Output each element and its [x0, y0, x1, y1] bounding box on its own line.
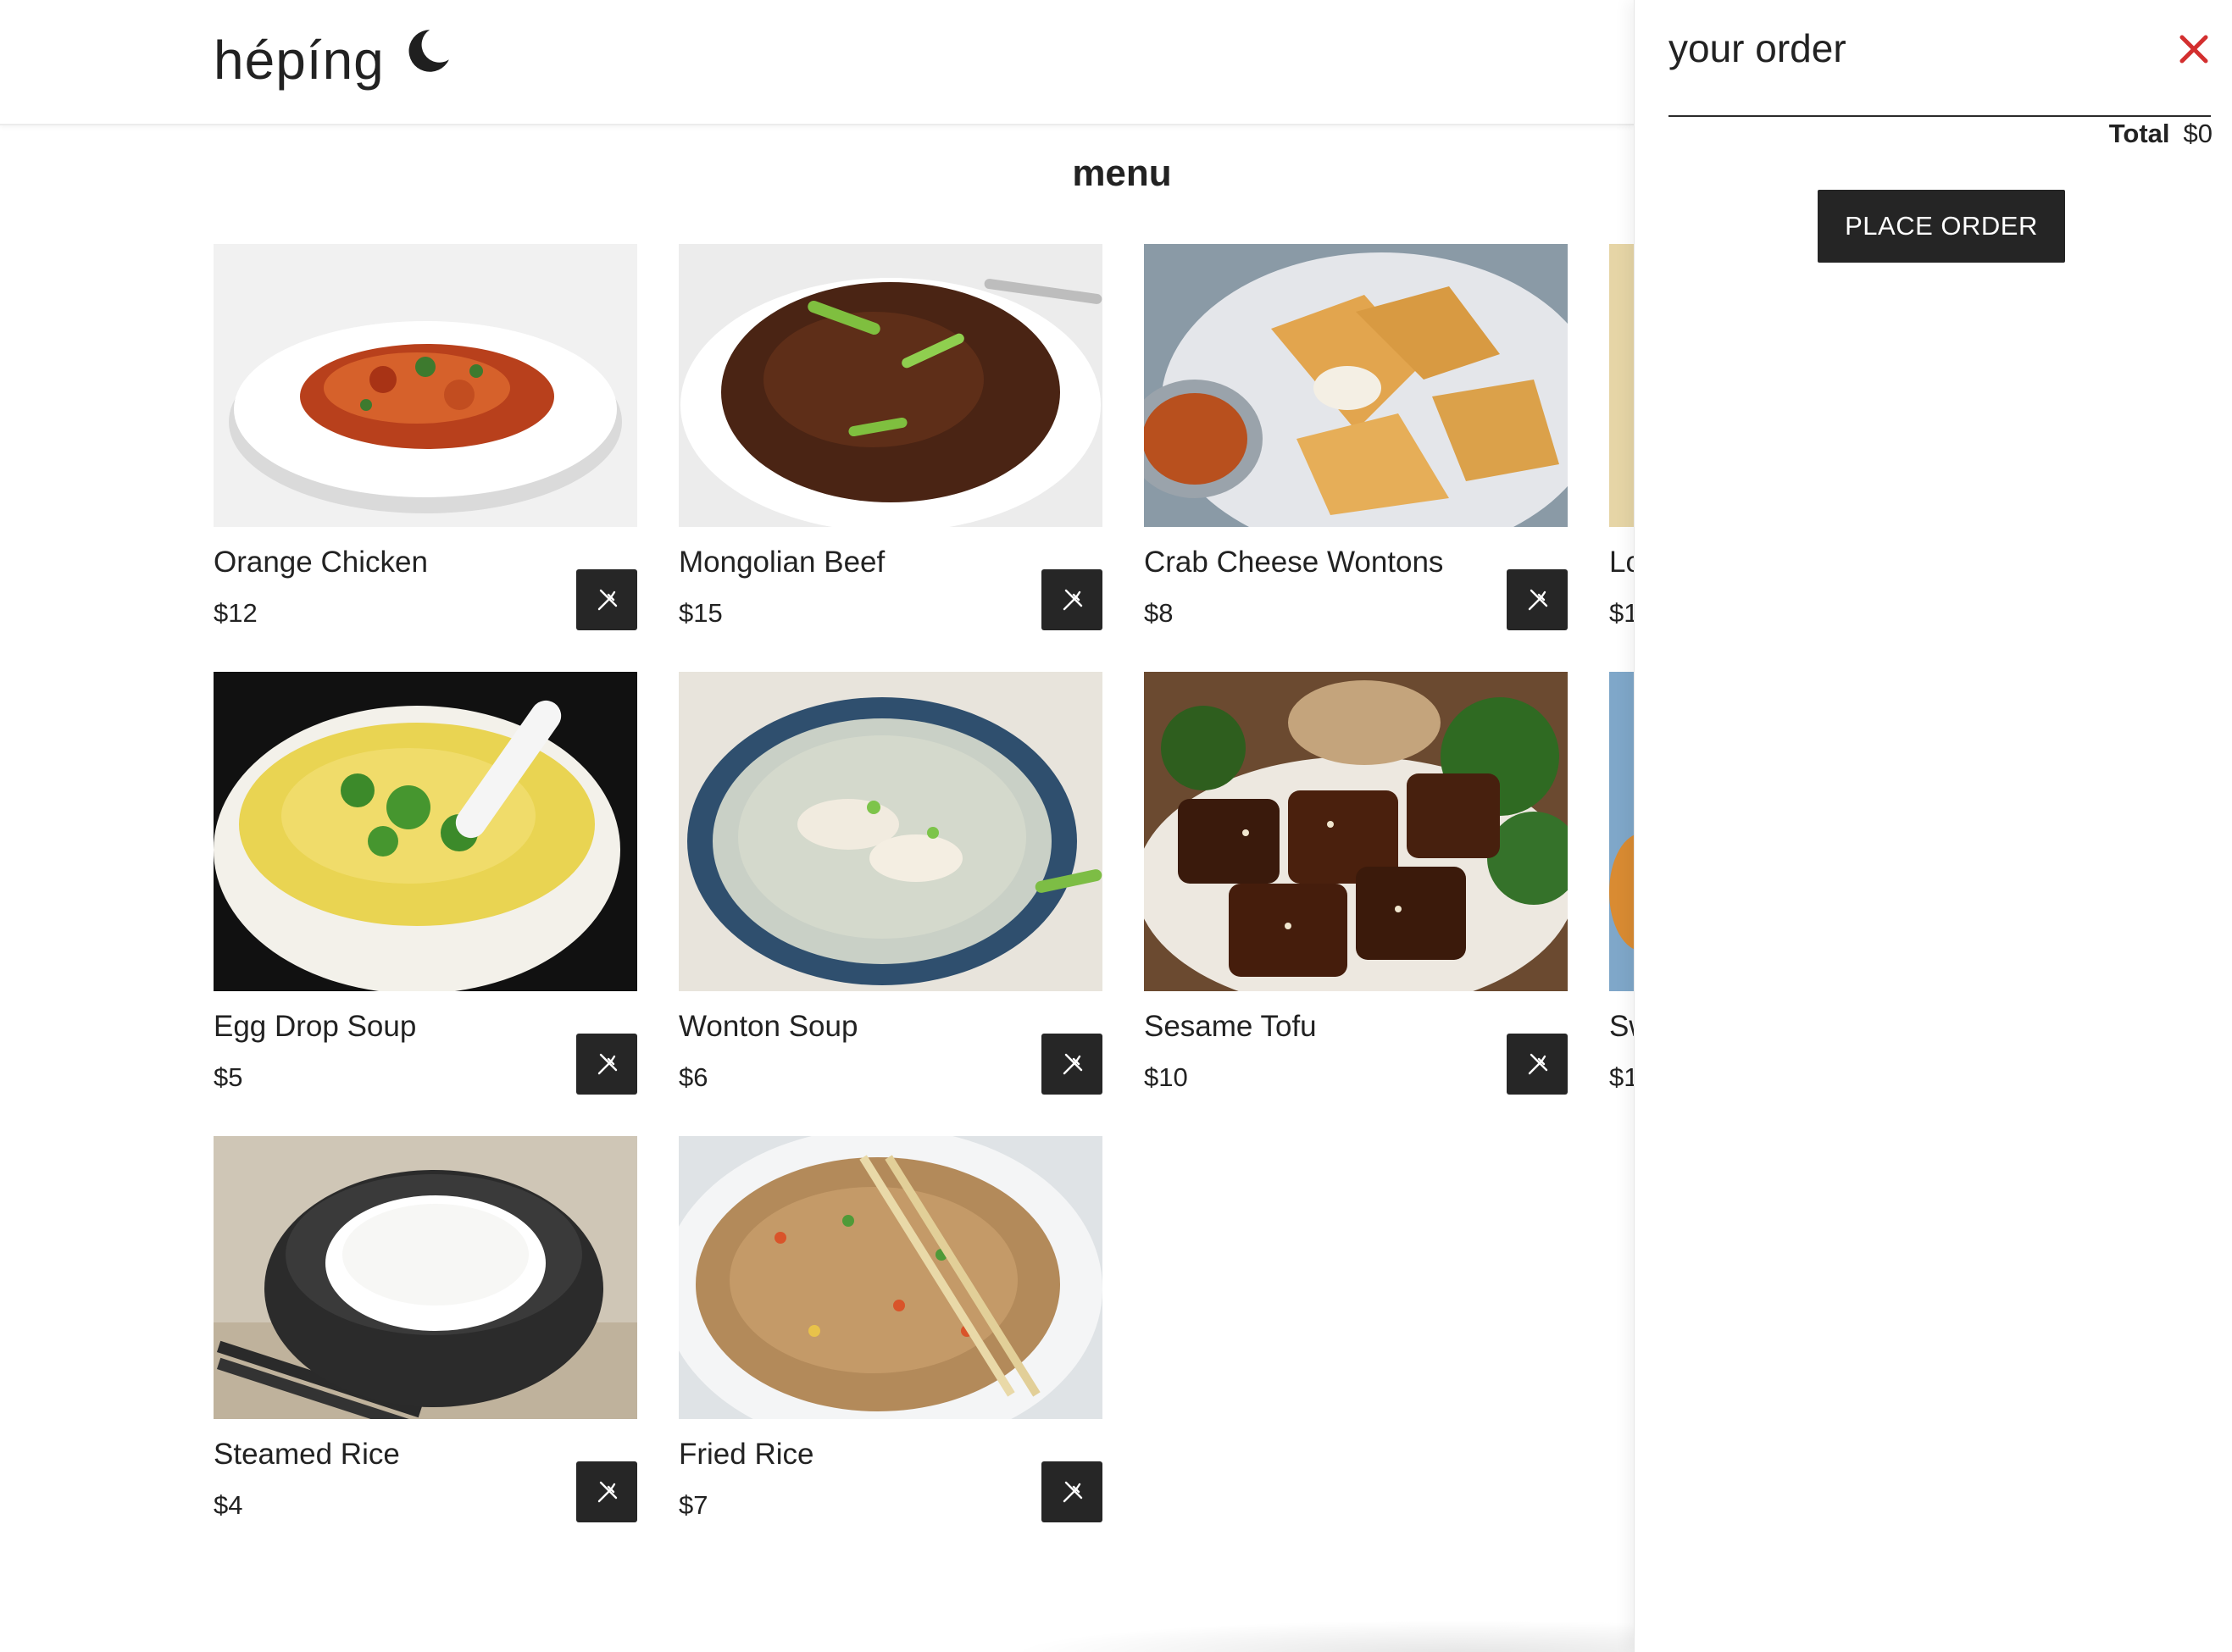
dish-name: Egg Drop Soup: [214, 1010, 417, 1043]
dish-price: $8: [1144, 598, 1174, 628]
dish-price: $1: [1609, 598, 1634, 628]
menu-item-card: Orange Chicken $12: [214, 244, 637, 630]
steamed-rice-photo: [214, 1136, 637, 1419]
add-to-order-button[interactable]: [1041, 1034, 1102, 1095]
fork-knife-icon: [1063, 1481, 1083, 1503]
fork-knife-icon: [1528, 589, 1548, 611]
menu-title: menu: [1072, 152, 1172, 194]
dish-price: $7: [679, 1490, 708, 1520]
order-total: Total $0: [2109, 119, 2213, 149]
dish-name: Steamed Rice: [214, 1438, 400, 1471]
add-to-order-button[interactable]: [576, 569, 637, 630]
lo-mein-photo-partial: [1609, 244, 1634, 527]
total-value: $0: [2183, 119, 2213, 148]
mongolian-beef-photo: [679, 244, 1102, 527]
egg-drop-soup-photo: [214, 672, 637, 991]
fork-knife-icon: [597, 1481, 618, 1503]
menu-item-card: Egg Drop Soup $5: [214, 672, 637, 1095]
wonton-soup-photo: [679, 672, 1102, 991]
divider: [1668, 115, 2211, 117]
fork-knife-icon: [597, 589, 618, 611]
dish-name: Sw: [1609, 1010, 1634, 1043]
menu-item-card: Fried Rice $7: [679, 1136, 1102, 1522]
menu-grid: menu Orange Chicken $12 Mongolian Beef $…: [0, 0, 1634, 1652]
total-label: Total: [2108, 119, 2170, 148]
fork-knife-icon: [597, 1053, 618, 1075]
dish-name: Wonton Soup: [679, 1010, 858, 1043]
fork-knife-icon: [1528, 1053, 1548, 1075]
add-to-order-button[interactable]: [576, 1461, 637, 1522]
fried-rice-photo: [679, 1136, 1102, 1419]
dish-name: Mongolian Beef: [679, 546, 886, 579]
fork-knife-icon: [1063, 1053, 1083, 1075]
sesame-tofu-photo: [1144, 672, 1568, 991]
place-order-button[interactable]: PLACE ORDER: [1818, 190, 2065, 263]
dish-name: Orange Chicken: [214, 546, 428, 579]
dish-price: $1: [1609, 1062, 1634, 1092]
sweet-sour-photo-partial: [1609, 672, 1634, 991]
dish-name: Fried Rice: [679, 1438, 814, 1471]
add-to-order-button[interactable]: [1041, 569, 1102, 630]
close-icon[interactable]: [2177, 32, 2211, 66]
menu-item-card: Crab Cheese Wontons $8: [1144, 244, 1568, 630]
add-to-order-button[interactable]: [1507, 569, 1568, 630]
menu-item-card: Wonton Soup $6: [679, 672, 1102, 1095]
menu-item-card: Mongolian Beef $15: [679, 244, 1102, 630]
order-panel: your order Total $0 PLACE ORDER: [1634, 0, 2232, 1652]
dish-price: $5: [214, 1062, 243, 1092]
dish-name: Lo: [1609, 546, 1634, 579]
order-panel-title: your order: [1668, 26, 1846, 70]
dish-name: Crab Cheese Wontons: [1144, 546, 1444, 579]
dish-price: $15: [679, 598, 723, 628]
orange-chicken-photo: [214, 244, 637, 527]
add-to-order-button[interactable]: [576, 1034, 637, 1095]
add-to-order-button[interactable]: [1041, 1461, 1102, 1522]
menu-item-card-partial: Lo $1: [1609, 244, 1634, 628]
menu-item-card: Sesame Tofu $10: [1144, 672, 1568, 1095]
bottom-shadow: [1008, 1620, 1634, 1652]
menu-item-card-partial: Sw $1: [1609, 672, 1634, 1092]
dish-name: Sesame Tofu: [1144, 1010, 1317, 1043]
add-to-order-button[interactable]: [1507, 1034, 1568, 1095]
dish-price: $12: [214, 598, 258, 628]
dish-price: $4: [214, 1490, 243, 1520]
fork-knife-icon: [1063, 589, 1083, 611]
dish-price: $6: [679, 1062, 708, 1092]
dish-price: $10: [1144, 1062, 1188, 1092]
crab-wontons-photo: [1144, 244, 1568, 527]
menu-item-card: Steamed Rice $4: [214, 1136, 637, 1522]
